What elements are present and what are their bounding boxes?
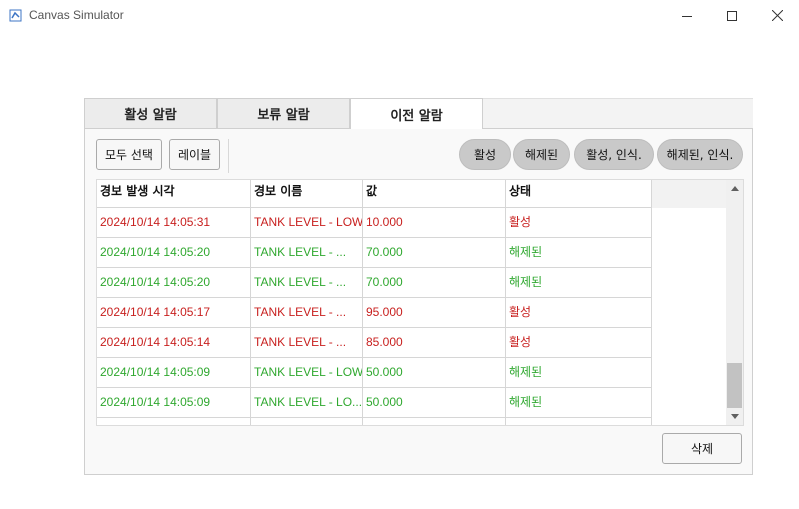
cell-time: 2024/10/14 14:05:09 [97, 358, 251, 388]
delete-button[interactable]: 삭제 [662, 433, 742, 464]
app-icon [9, 9, 22, 22]
cell-state: 활성 [506, 298, 652, 328]
filter-active-pill[interactable]: 활성 [459, 139, 511, 170]
cell-state: 해제된 [506, 268, 652, 298]
minimize-icon [682, 15, 692, 17]
cell-name: TANK LEVEL - LOW [251, 208, 363, 238]
arrow-up-icon [730, 186, 739, 191]
cell-name: TANK LEVEL - ... [251, 328, 363, 358]
cell-time: 2024/10/14 14:05:20 [97, 238, 251, 268]
cell-value: 10.000 [363, 208, 506, 238]
table-row[interactable]: 2024/10/14 14:05:31 TANK LEVEL - LOW 10.00… [97, 208, 652, 238]
title-bar: Canvas Simulator [0, 0, 799, 31]
cell-value: 70.000 [363, 268, 506, 298]
tab-previous-alarms[interactable]: 이전 알람 [350, 98, 483, 129]
close-button[interactable] [754, 0, 799, 31]
table-row[interactable]: 2024/10/14 14:05:09 TANK LEVEL - LO... 50.… [97, 388, 652, 418]
column-header-value[interactable]: 값 [363, 180, 506, 208]
select-all-button[interactable]: 모두 선택 [96, 139, 162, 170]
cell-state: 해제된 [506, 358, 652, 388]
toolbar-divider [228, 139, 229, 173]
filter-cleared-pill[interactable]: 해제된 [513, 139, 570, 170]
table-header: 경보 발생 시각 경보 이름 값 상태 [97, 180, 652, 208]
cell-value: 70.000 [363, 238, 506, 268]
column-header-name[interactable]: 경보 이름 [251, 180, 363, 208]
window-title: Canvas Simulator [29, 8, 124, 22]
cell-state [506, 418, 652, 425]
table-row[interactable]: 2024/10/14 14:05:14 TANK LEVEL - ... 85.00… [97, 328, 652, 358]
column-header-time[interactable]: 경보 발생 시각 [97, 180, 251, 208]
tab-active-alarms[interactable]: 활성 알람 [84, 98, 217, 128]
cell-time: 2024/10/14 14:05:20 [97, 268, 251, 298]
cell-value: 50.000 [363, 388, 506, 418]
scroll-up-arrow[interactable] [726, 180, 743, 197]
scroll-thumb[interactable] [727, 363, 742, 408]
cell-time: 2024/10/14 14:05:17 [97, 298, 251, 328]
cell-state: 활성 [506, 208, 652, 238]
filter-active-ack-pill[interactable]: 활성, 인식. [574, 139, 654, 170]
tab-held-alarms[interactable]: 보류 알람 [217, 98, 350, 128]
cell-time: 2024/10/14 14:05:31 [97, 208, 251, 238]
maximize-button[interactable] [709, 0, 755, 31]
close-icon [771, 10, 783, 21]
cell-time: 2024/10/14 14:05:14 [97, 328, 251, 358]
cell-name: TANK LEVEL - ... [251, 298, 363, 328]
alarm-table: 경보 발생 시각 경보 이름 값 상태 2024/10/14 14:05:31 T… [96, 179, 744, 426]
minimize-button[interactable] [664, 0, 710, 31]
simulator-window: Canvas Simulator 활성 알람 보류 알람 이전 알람 모두 선택… [0, 0, 799, 509]
cell-value: 95.000 [363, 298, 506, 328]
maximize-icon [727, 10, 737, 21]
cell-state: 해제된 [506, 388, 652, 418]
tab-content: 모두 선택 레이블 활성 해제된 활성, 인식. 해제된, 인식. 경보 발생 … [84, 128, 753, 475]
arrow-down-icon [730, 414, 739, 419]
cell-time [97, 418, 251, 425]
table-row[interactable]: 2024/10/14 14:05:20 TANK LEVEL - ... 70.00… [97, 268, 652, 298]
label-button[interactable]: 레이블 [169, 139, 220, 170]
cell-name [251, 418, 363, 425]
cell-name: TANK LEVEL - LOW [251, 358, 363, 388]
cell-value: 85.000 [363, 328, 506, 358]
table-row[interactable] [97, 418, 652, 425]
column-header-state[interactable]: 상태 [506, 180, 652, 208]
table-row[interactable]: 2024/10/14 14:05:20 TANK LEVEL - ... 70.00… [97, 238, 652, 268]
cell-value: 50.000 [363, 358, 506, 388]
cell-name: TANK LEVEL - LO... [251, 388, 363, 418]
cell-name: TANK LEVEL - ... [251, 238, 363, 268]
table-row[interactable]: 2024/10/14 14:05:09 TANK LEVEL - LOW 50.00… [97, 358, 652, 388]
scroll-down-arrow[interactable] [726, 408, 743, 425]
cell-value [363, 418, 506, 425]
cell-time: 2024/10/14 14:05:09 [97, 388, 251, 418]
table-header-filler [652, 180, 728, 208]
cell-state: 해제된 [506, 238, 652, 268]
tab-strip [483, 98, 753, 128]
cell-state: 활성 [506, 328, 652, 358]
alarm-panel: 활성 알람 보류 알람 이전 알람 모두 선택 레이블 활성 해제된 활성, 인… [84, 98, 753, 475]
vertical-scrollbar[interactable] [726, 180, 743, 425]
cell-name: TANK LEVEL - ... [251, 268, 363, 298]
filter-cleared-ack-pill[interactable]: 해제된, 인식. [657, 139, 743, 170]
table-row[interactable]: 2024/10/14 14:05:17 TANK LEVEL - ... 95.00… [97, 298, 652, 328]
